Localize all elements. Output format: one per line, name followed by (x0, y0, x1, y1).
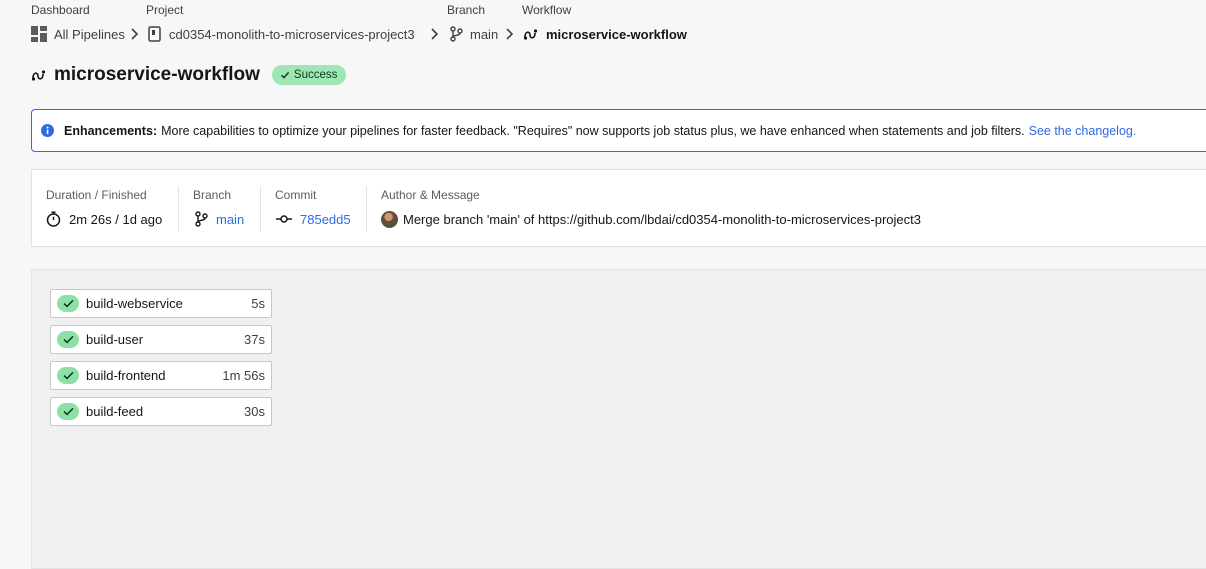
job-duration: 37s (244, 332, 265, 347)
breadcrumb-branch-value: main (470, 26, 499, 42)
success-check-icon (57, 403, 79, 420)
job-duration: 30s (244, 404, 265, 419)
divider (260, 186, 261, 232)
status-badge-label: Success (293, 69, 338, 81)
author-label: Author & Message (381, 188, 480, 202)
pipeline-info-panel: Duration / Finished 2m 26s / 1d ago Bran… (31, 169, 1206, 247)
stopwatch-icon (46, 211, 61, 227)
avatar[interactable] (381, 210, 398, 228)
branch-value: main (216, 211, 245, 227)
breadcrumb-workflow-link[interactable]: microservice-workflow (523, 25, 687, 43)
divider (366, 186, 367, 232)
branch-link[interactable]: main (195, 210, 244, 228)
job-card[interactable]: build-frontend 1m 56s (50, 361, 272, 390)
workflow-icon (31, 68, 47, 82)
breadcrumb-label-branch: Branch (447, 3, 486, 17)
breadcrumb-dashboard-link[interactable]: All Pipelines (31, 25, 125, 43)
enhancements-banner: Enhancements: More capabilities to optim… (31, 109, 1206, 152)
success-check-icon (57, 295, 79, 312)
breadcrumb-branch-link[interactable]: main (450, 25, 498, 43)
changelog-link[interactable]: See the changelog. (1029, 124, 1137, 138)
breadcrumb-dashboard-value: All Pipelines (54, 26, 125, 42)
chevron-right-icon (504, 27, 514, 41)
success-check-icon (57, 367, 79, 384)
divider (178, 186, 179, 232)
check-icon (280, 70, 294, 80)
duration-value: 2m 26s / 1d ago (69, 211, 163, 227)
workflow-graph[interactable]: build-webservice 5s build-user 37s build… (31, 269, 1206, 569)
duration-label: Duration / Finished (46, 188, 147, 202)
job-name: build-feed (86, 404, 144, 419)
job-card[interactable]: build-feed 30s (50, 397, 272, 426)
chevron-right-icon (429, 27, 439, 41)
job-name: build-webservice (86, 296, 183, 311)
breadcrumb-project-link[interactable]: cd0354-monolith-to-microservices-project… (148, 25, 415, 43)
job-duration: 1m 56s (222, 368, 265, 383)
branch-icon (450, 26, 463, 42)
breadcrumb-label-project: Project (146, 3, 184, 17)
info-icon (41, 124, 54, 137)
commit-value: 785edd5 (300, 211, 351, 227)
banner-text: More capabilities to optimize your pipel… (161, 123, 1025, 138)
breadcrumb-project-value: cd0354-monolith-to-microservices-project… (169, 26, 415, 42)
success-check-icon (57, 331, 79, 348)
commit-message: Merge branch 'main' of https://github.co… (403, 211, 921, 227)
duration-value-group: 2m 26s / 1d ago (46, 210, 162, 228)
page-title: microservice-workflow (54, 64, 260, 85)
grid-icon (31, 26, 47, 42)
commit-icon (276, 214, 292, 224)
banner-title: Enhancements: (64, 123, 158, 138)
commit-link[interactable]: 785edd5 (276, 210, 351, 228)
branch-label: Branch (193, 188, 232, 202)
status-badge: Success (271, 65, 347, 85)
job-duration: 5s (251, 296, 265, 311)
breadcrumb-label-dashboard: Dashboard (31, 3, 90, 17)
job-card[interactable]: build-user 37s (50, 325, 272, 354)
job-name: build-user (86, 332, 144, 347)
branch-icon (195, 211, 208, 227)
job-card[interactable]: build-webservice 5s (50, 289, 272, 318)
breadcrumb-label-workflow: Workflow (522, 3, 572, 17)
chevron-right-icon (129, 27, 139, 41)
workflow-icon (523, 27, 539, 41)
repo-icon (148, 26, 162, 42)
page-header: microservice-workflow Success (31, 63, 347, 87)
author-message-group: Merge branch 'main' of https://github.co… (381, 210, 921, 228)
job-name: build-frontend (86, 368, 166, 383)
commit-label: Commit (275, 188, 317, 202)
breadcrumb-workflow-value: microservice-workflow (546, 26, 687, 42)
